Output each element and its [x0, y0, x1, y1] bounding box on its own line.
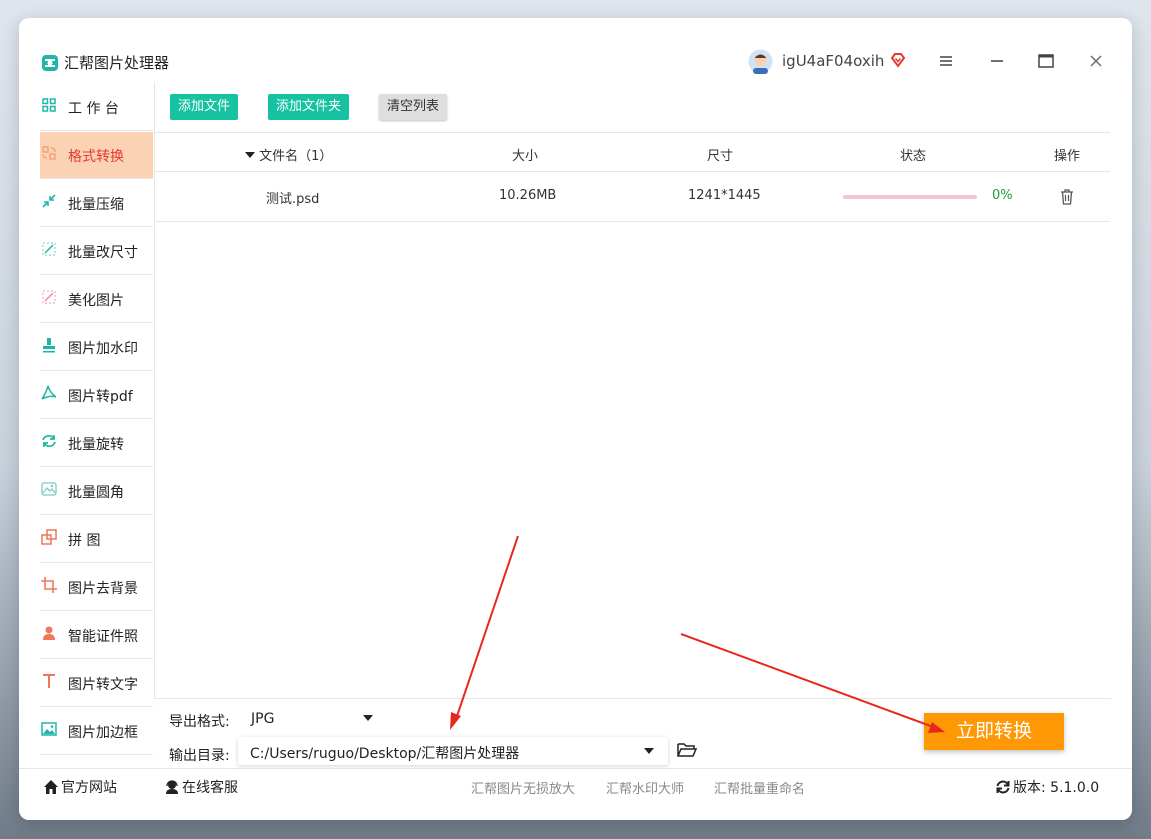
- progress-text: 0%: [992, 188, 1013, 203]
- convert-icon: [42, 146, 56, 160]
- home-icon: [44, 780, 58, 794]
- sidebar-item-collage[interactable]: 拼 图: [40, 516, 153, 563]
- avatar[interactable]: [748, 49, 773, 74]
- online-service-link[interactable]: 在线客服: [164, 777, 238, 797]
- file-name: 测试.psd: [266, 192, 320, 207]
- trash-icon[interactable]: [1059, 188, 1075, 206]
- title-bar: 汇帮图片处理器 igU4aF04oxih: [19, 18, 1132, 82]
- file-table-header: 文件名（1） 大小 尺寸 状态 操作: [155, 132, 1110, 172]
- app-title: 汇帮图片处理器: [64, 54, 170, 72]
- column-action: 操作: [1054, 149, 1081, 164]
- add-folder-button[interactable]: 添加文件夹: [268, 94, 350, 120]
- rotate-icon: [42, 435, 56, 447]
- sidebar-item-batch-rotate[interactable]: 批量旋转: [40, 420, 153, 467]
- version-info[interactable]: 版本: 5.1.0.0: [995, 777, 1099, 797]
- rounded-corner-icon: [41, 482, 57, 496]
- compress-icon: [42, 194, 56, 208]
- sidebar-item-label: 图片加水印: [68, 341, 138, 357]
- close-icon[interactable]: [1086, 51, 1106, 71]
- column-filename[interactable]: 文件名（1）: [245, 145, 332, 164]
- column-size: 大小: [512, 149, 539, 164]
- sidebar-item-watermark[interactable]: 图片加水印: [40, 324, 153, 371]
- link-batch-rename[interactable]: 汇帮批量重命名: [714, 778, 805, 797]
- crop-icon: [41, 577, 57, 593]
- refresh-icon: [996, 780, 1010, 794]
- sidebar-item-remove-background[interactable]: 图片去背景: [40, 564, 153, 611]
- format-value: JPG: [251, 711, 275, 727]
- output-dir-label: 输出目录:: [169, 748, 230, 764]
- link-lossless-upscale[interactable]: 汇帮图片无损放大: [471, 778, 575, 797]
- sidebar-item-add-frame[interactable]: 图片加边框: [40, 708, 153, 755]
- chevron-down-icon: [363, 715, 373, 721]
- sidebar-item-label: 批量圆角: [68, 485, 124, 501]
- sidebar: 工 作 台 格式转换 批量压缩 批量改尺寸 美化图片 图片加水印 图片转pdf …: [40, 84, 153, 766]
- sidebar-item-label: 智能证件照: [68, 629, 138, 645]
- main-panel: 添加文件 添加文件夹 清空列表 文件名（1） 大小 尺寸 状态 操作 测试.ps…: [154, 82, 1112, 702]
- sidebar-item-label: 美化图片: [68, 293, 124, 309]
- official-site-link[interactable]: 官方网站: [43, 777, 117, 797]
- column-filename-label: 文件名（1）: [259, 149, 333, 164]
- grid-icon: [42, 98, 56, 112]
- sidebar-item-to-text[interactable]: 图片转文字: [40, 660, 153, 707]
- sidebar-item-label: 图片去背景: [68, 581, 138, 597]
- pdf-icon: [41, 385, 57, 400]
- sidebar-item-label: 批量旋转: [68, 437, 124, 453]
- sidebar-item-label: 图片转pdf: [68, 389, 133, 405]
- resize-icon: [42, 242, 56, 256]
- person-icon: [43, 626, 55, 640]
- sidebar-item-label: 批量改尺寸: [68, 245, 138, 261]
- online-service-label: 在线客服: [182, 780, 238, 796]
- column-dimensions: 尺寸: [707, 149, 734, 164]
- sidebar-item-id-photo[interactable]: 智能证件照: [40, 612, 153, 659]
- sidebar-item-batch-resize[interactable]: 批量改尺寸: [40, 228, 153, 275]
- sidebar-item-label: 工 作 台: [68, 101, 119, 117]
- status-bar: 官方网站 在线客服 汇帮图片无损放大 汇帮水印大师 汇帮批量重命名 版本: 5.…: [19, 768, 1132, 820]
- output-dir-select[interactable]: C:/Users/ruguo/Desktop/汇帮图片处理器: [238, 737, 668, 765]
- username[interactable]: igU4aF04oxih: [782, 52, 884, 70]
- collage-icon: [41, 529, 57, 545]
- sidebar-item-format-convert[interactable]: 格式转换: [40, 132, 153, 179]
- vip-diamond-icon[interactable]: [889, 51, 907, 69]
- app-window: 汇帮图片处理器 igU4aF04oxih 工 作 台 格式转换 批量压缩 批量改…: [19, 18, 1132, 820]
- sidebar-item-label: 格式转换: [68, 149, 124, 165]
- sidebar-item-label: 批量压缩: [68, 197, 124, 213]
- file-size: 10.26MB: [499, 188, 557, 203]
- sidebar-item-label: 图片转文字: [68, 677, 138, 693]
- maximize-icon[interactable]: [1036, 51, 1056, 71]
- file-dimensions: 1241*1445: [688, 188, 761, 203]
- sidebar-item-to-pdf[interactable]: 图片转pdf: [40, 372, 153, 419]
- add-file-button[interactable]: 添加文件: [170, 94, 239, 120]
- frame-icon: [41, 722, 57, 736]
- beautify-icon: [42, 290, 56, 304]
- sidebar-item-batch-compress[interactable]: 批量压缩: [40, 180, 153, 227]
- app-logo-icon: [42, 55, 58, 71]
- text-icon: [43, 674, 55, 688]
- convert-now-button[interactable]: 立即转换: [924, 713, 1064, 750]
- watermark-icon: [43, 338, 55, 353]
- headset-icon: [166, 780, 178, 794]
- progress-bar: [843, 195, 977, 199]
- sidebar-item-label: 图片加边框: [68, 725, 138, 741]
- chevron-down-icon: [644, 748, 654, 754]
- sidebar-item-workbench[interactable]: 工 作 台: [40, 84, 153, 131]
- menu-icon[interactable]: [936, 51, 956, 71]
- table-row[interactable]: 测试.psd 10.26MB 1241*1445 0%: [155, 172, 1110, 222]
- output-dir-value: C:/Users/ruguo/Desktop/汇帮图片处理器: [250, 746, 520, 762]
- sort-down-icon: [245, 152, 255, 158]
- minimize-icon[interactable]: [987, 51, 1007, 71]
- version-label: 版本: 5.1.0.0: [1013, 780, 1100, 796]
- clear-list-button[interactable]: 清空列表: [379, 94, 448, 120]
- column-status: 状态: [900, 149, 927, 164]
- sidebar-item-rounded-corner[interactable]: 批量圆角: [40, 468, 153, 515]
- folder-open-icon[interactable]: [677, 741, 697, 758]
- format-select[interactable]: JPG: [244, 703, 384, 733]
- sidebar-item-beautify[interactable]: 美化图片: [40, 276, 153, 323]
- sidebar-item-label: 拼 图: [68, 533, 101, 549]
- official-site-label: 官方网站: [61, 780, 117, 796]
- link-watermark-master[interactable]: 汇帮水印大师: [606, 778, 684, 797]
- export-format-label: 导出格式:: [169, 714, 230, 730]
